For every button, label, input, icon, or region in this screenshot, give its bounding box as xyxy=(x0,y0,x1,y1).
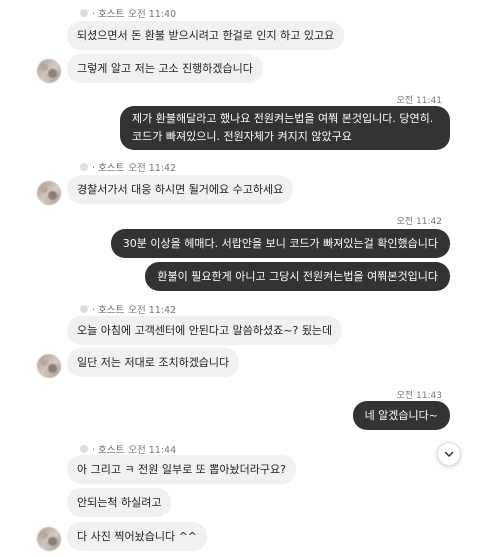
message-bubble-received: 다 사진 찍어놨습니다 ^^ xyxy=(67,522,208,551)
message-bubble-received: 안되는척 하실려고 xyxy=(67,488,172,517)
message-bubble-received: 되셨으면서 돈 환불 받으시려고 한걸로 인지 하고 있고요 xyxy=(67,21,345,50)
message-time: 오전 11:42 xyxy=(128,163,177,174)
message-bubble-received: 아 그리고 ㅋ 전원 일부로 또 뽑아놨더라구요? xyxy=(67,455,296,484)
message-time: 오전 11:42 xyxy=(396,217,442,227)
message-time: 오전 11:43 xyxy=(396,391,442,401)
avatar[interactable] xyxy=(37,527,61,551)
message-meta: · 호스트 오전 11:40 xyxy=(80,6,176,20)
message-bubble-sent: 30분 이상을 헤매다. 서랍안을 보니 코드가 빠져있는걸 확인했습니다 xyxy=(110,229,450,258)
avatar[interactable] xyxy=(37,59,61,83)
message-time: 오전 11:41 xyxy=(396,96,442,106)
message-meta: · 호스트 오전 11:44 xyxy=(80,442,176,456)
message-meta: · 호스트 오전 11:42 xyxy=(80,302,176,316)
avatar[interactable] xyxy=(37,181,61,205)
sender-name: · 호스트 xyxy=(92,163,125,174)
message-bubble-received: 일단 저는 저대로 조치하겠습니다 xyxy=(67,348,240,377)
message-bubble-sent: 네 알겠습니다~ xyxy=(352,401,450,430)
host-avatar-mini xyxy=(80,445,88,453)
message-bubble-received: 오늘 아침에 고객센터에 안된다고 말씀하셨죠~? 됬는데 xyxy=(67,316,343,345)
host-avatar-mini xyxy=(80,9,88,17)
chevron-down-icon xyxy=(444,451,454,457)
sender-name: · 호스트 xyxy=(92,9,125,20)
message-bubble-sent: 제가 환불해달라고 했나요 전원켜는법을 여쭤 본것입니다. 당연히. 코드가 … xyxy=(120,106,450,150)
host-avatar-mini xyxy=(80,163,88,171)
sender-name: · 호스트 xyxy=(92,305,125,316)
message-time: 오전 11:44 xyxy=(128,445,177,456)
message-bubble-sent: 환불이 필요한게 아니고 그당시 전원켜는법을 여쭤본것입니다 xyxy=(145,262,450,291)
message-bubble-received: 경찰서가서 대응 하시면 될거에요 수고하세요 xyxy=(67,175,294,204)
message-meta: · 호스트 오전 11:42 xyxy=(80,160,176,174)
message-time: 오전 11:42 xyxy=(128,305,177,316)
avatar[interactable] xyxy=(37,354,61,378)
scroll-to-bottom-button[interactable] xyxy=(437,442,461,466)
host-avatar-mini xyxy=(80,305,88,313)
message-time: 오전 11:40 xyxy=(128,9,177,20)
message-bubble-received: 그렇게 알고 저는 고소 진행하겠습니다 xyxy=(67,54,263,83)
sender-name: · 호스트 xyxy=(92,445,125,456)
